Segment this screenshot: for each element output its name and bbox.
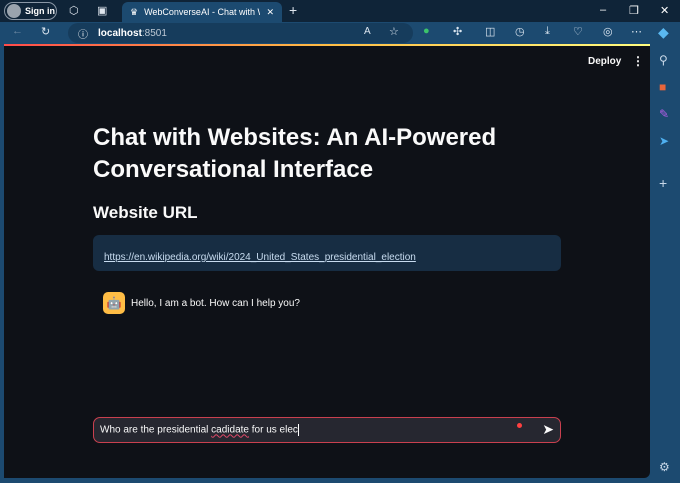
- performance-icon[interactable]: ♡: [573, 25, 583, 38]
- sign-in-button[interactable]: Sign in: [4, 2, 57, 20]
- designer-icon[interactable]: ✎: [659, 107, 669, 121]
- send-telegram-icon[interactable]: ➤: [659, 134, 669, 148]
- website-url-link[interactable]: https://en.wikipedia.org/wiki/2024_Unite…: [104, 252, 416, 263]
- favorite-star-icon[interactable]: ☆: [389, 25, 399, 38]
- send-icon[interactable]: ➤: [542, 421, 554, 438]
- address-bar[interactable]: ⓘ localhost:8501: [68, 23, 413, 43]
- address-port: :8501: [141, 27, 167, 39]
- read-aloud-icon[interactable]: A: [364, 26, 371, 37]
- browser-tab-bar: Sign in ⬡ ▣ ♛ WebConverseAI - Chat with W…: [0, 0, 680, 22]
- downloads-icon[interactable]: ⤓: [545, 25, 550, 38]
- settings-gear-icon[interactable]: ⚙: [659, 460, 670, 474]
- url-heading: Website URL: [93, 203, 198, 222]
- chat-message-bot: 🤖 Hello, I am a bot. How can I help you?: [103, 292, 300, 314]
- address-host: localhost: [98, 27, 142, 39]
- misspelled-word: cadidate: [211, 424, 249, 436]
- url-display: https://en.wikipedia.org/wiki/2024_Unite…: [93, 235, 561, 271]
- text-caret: [297, 424, 299, 436]
- recording-indicator-icon: [517, 423, 522, 428]
- page-title: Chat with Websites: An AI-Powered Conver…: [93, 124, 497, 183]
- close-tab-icon[interactable]: ✕: [266, 7, 274, 18]
- deploy-button[interactable]: Deploy: [588, 56, 621, 67]
- tools-icon[interactable]: ■: [659, 80, 666, 94]
- info-icon: ⓘ: [78, 29, 88, 41]
- workspaces-icon[interactable]: ⬡: [69, 4, 79, 17]
- add-icon[interactable]: +: [659, 175, 667, 191]
- restore-icon[interactable]: ❐: [629, 4, 639, 17]
- grammarly-icon[interactable]: ●: [423, 25, 430, 37]
- browser-toolbar: ← ↻ ⓘ localhost:8501 A ☆ ● ✣ ◫ ◷ ⤓ ♡ ◎ ⋯ …: [0, 22, 680, 44]
- copilot-icon[interactable]: ◆: [658, 24, 669, 41]
- tab-actions-icon[interactable]: ▣: [97, 4, 107, 17]
- minimize-icon[interactable]: –: [600, 4, 606, 16]
- chat-input-text: Who are the presidential cadidate for us…: [100, 424, 299, 436]
- header-decoration: [4, 44, 650, 46]
- browser-essentials-icon[interactable]: ◎: [603, 25, 613, 38]
- search-icon[interactable]: ⚲: [659, 53, 668, 67]
- input-text-part: Who are the presidential: [100, 424, 212, 436]
- extensions-icon[interactable]: ✣: [453, 25, 462, 38]
- history-icon[interactable]: ◷: [515, 25, 525, 38]
- main-menu-icon[interactable]: ⋮: [632, 54, 644, 68]
- new-tab-icon[interactable]: +: [289, 2, 297, 18]
- more-menu-icon[interactable]: ⋯: [631, 25, 642, 38]
- message-text: Hello, I am a bot. How can I help you?: [131, 297, 300, 309]
- edge-sidebar: ⚲ ■ ✎ ➤ + ⚙: [652, 44, 680, 483]
- close-window-icon[interactable]: ✕: [660, 4, 669, 17]
- back-icon[interactable]: ←: [12, 25, 23, 37]
- tab-webconverse[interactable]: ♛ WebConverseAI - Chat with Websites ✕: [122, 2, 282, 22]
- avatar: [7, 4, 21, 18]
- split-screen-icon[interactable]: ◫: [485, 25, 495, 38]
- refresh-icon[interactable]: ↻: [41, 25, 50, 38]
- bot-avatar-icon: 🤖: [103, 292, 125, 314]
- sign-in-label: Sign in: [25, 6, 55, 16]
- chat-input[interactable]: Who are the presidential cadidate for us…: [93, 417, 561, 443]
- streamlit-app: Deploy ⋮ Chat with Websites: An AI-Power…: [4, 44, 650, 478]
- input-text-part: for us elec: [248, 424, 298, 436]
- streamlit-favicon-icon: ♛: [130, 6, 139, 17]
- tab-title: WebConverseAI - Chat with Websites: [144, 7, 260, 17]
